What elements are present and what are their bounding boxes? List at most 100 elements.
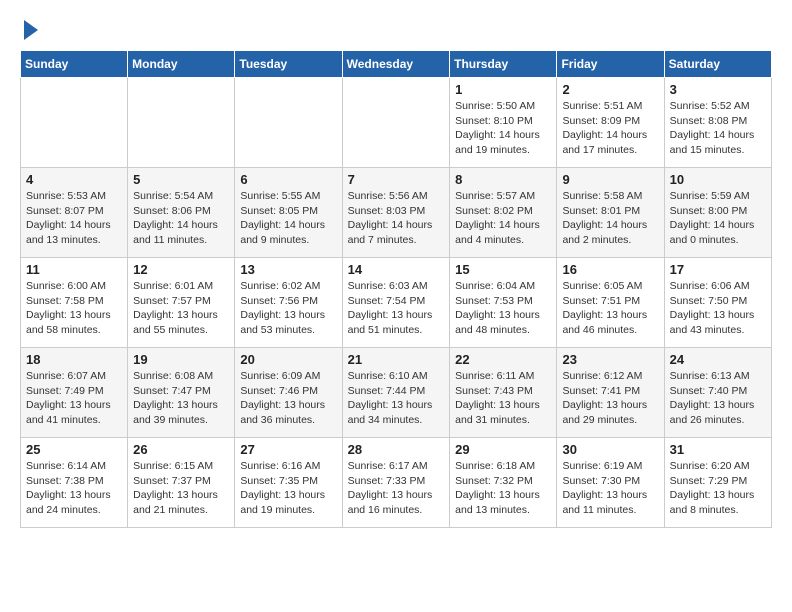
day-info: Sunrise: 6:07 AM Sunset: 7:49 PM Dayligh… — [26, 369, 122, 428]
weekday-header-tuesday: Tuesday — [235, 51, 342, 78]
day-number: 1 — [455, 82, 551, 97]
logo-arrow-icon — [24, 20, 38, 40]
calendar-cell: 6 Sunrise: 5:55 AM Sunset: 8:05 PM Daylig… — [235, 168, 342, 258]
day-info: Sunrise: 5:50 AM Sunset: 8:10 PM Dayligh… — [455, 99, 551, 158]
day-number: 12 — [133, 262, 229, 277]
day-info: Sunrise: 6:18 AM Sunset: 7:32 PM Dayligh… — [455, 459, 551, 518]
calendar-cell: 15 Sunrise: 6:04 AM Sunset: 7:53 PM Dayli… — [450, 258, 557, 348]
calendar-week-5: 25 Sunrise: 6:14 AM Sunset: 7:38 PM Dayli… — [21, 438, 772, 528]
day-info: Sunrise: 6:13 AM Sunset: 7:40 PM Dayligh… — [670, 369, 766, 428]
calendar-cell: 28 Sunrise: 6:17 AM Sunset: 7:33 PM Dayli… — [342, 438, 450, 528]
calendar-cell: 12 Sunrise: 6:01 AM Sunset: 7:57 PM Dayli… — [128, 258, 235, 348]
day-number: 24 — [670, 352, 766, 367]
calendar-cell: 5 Sunrise: 5:54 AM Sunset: 8:06 PM Daylig… — [128, 168, 235, 258]
day-number: 18 — [26, 352, 122, 367]
day-number: 26 — [133, 442, 229, 457]
day-info: Sunrise: 6:11 AM Sunset: 7:43 PM Dayligh… — [455, 369, 551, 428]
day-number: 14 — [348, 262, 445, 277]
calendar-cell: 19 Sunrise: 6:08 AM Sunset: 7:47 PM Dayli… — [128, 348, 235, 438]
calendar-cell: 11 Sunrise: 6:00 AM Sunset: 7:58 PM Dayli… — [21, 258, 128, 348]
calendar-cell — [235, 78, 342, 168]
day-info: Sunrise: 6:15 AM Sunset: 7:37 PM Dayligh… — [133, 459, 229, 518]
calendar-cell: 14 Sunrise: 6:03 AM Sunset: 7:54 PM Dayli… — [342, 258, 450, 348]
day-number: 28 — [348, 442, 445, 457]
calendar-week-2: 4Sunrise: 5:53 AM Sunset: 8:07 PM Daylig… — [21, 168, 772, 258]
day-info: Sunrise: 6:16 AM Sunset: 7:35 PM Dayligh… — [240, 459, 336, 518]
calendar-cell: 17 Sunrise: 6:06 AM Sunset: 7:50 PM Dayli… — [664, 258, 771, 348]
day-number: 15 — [455, 262, 551, 277]
day-number: 25 — [26, 442, 122, 457]
weekday-header-saturday: Saturday — [664, 51, 771, 78]
calendar-cell: 8 Sunrise: 5:57 AM Sunset: 8:02 PM Daylig… — [450, 168, 557, 258]
day-number: 16 — [562, 262, 658, 277]
day-number: 10 — [670, 172, 766, 187]
calendar-body: 1 Sunrise: 5:50 AM Sunset: 8:10 PM Daylig… — [21, 78, 772, 528]
day-number: 30 — [562, 442, 658, 457]
day-number: 13 — [240, 262, 336, 277]
day-info: Sunrise: 6:05 AM Sunset: 7:51 PM Dayligh… — [562, 279, 658, 338]
day-info: Sunrise: 6:09 AM Sunset: 7:46 PM Dayligh… — [240, 369, 336, 428]
day-number: 17 — [670, 262, 766, 277]
day-number: 3 — [670, 82, 766, 97]
calendar-cell: 7 Sunrise: 5:56 AM Sunset: 8:03 PM Daylig… — [342, 168, 450, 258]
day-number: 23 — [562, 352, 658, 367]
weekday-header-thursday: Thursday — [450, 51, 557, 78]
day-info: Sunrise: 6:03 AM Sunset: 7:54 PM Dayligh… — [348, 279, 445, 338]
day-info: Sunrise: 5:58 AM Sunset: 8:01 PM Dayligh… — [562, 189, 658, 248]
calendar-cell: 27Sunrise: 6:16 AM Sunset: 7:35 PM Dayli… — [235, 438, 342, 528]
day-info: Sunrise: 5:54 AM Sunset: 8:06 PM Dayligh… — [133, 189, 229, 248]
calendar-cell: 1 Sunrise: 5:50 AM Sunset: 8:10 PM Daylig… — [450, 78, 557, 168]
day-info: Sunrise: 6:00 AM Sunset: 7:58 PM Dayligh… — [26, 279, 122, 338]
day-info: Sunrise: 5:55 AM Sunset: 8:05 PM Dayligh… — [240, 189, 336, 248]
calendar-cell: 22Sunrise: 6:11 AM Sunset: 7:43 PM Dayli… — [450, 348, 557, 438]
day-info: Sunrise: 5:56 AM Sunset: 8:03 PM Dayligh… — [348, 189, 445, 248]
day-number: 5 — [133, 172, 229, 187]
day-info: Sunrise: 6:17 AM Sunset: 7:33 PM Dayligh… — [348, 459, 445, 518]
day-info: Sunrise: 6:04 AM Sunset: 7:53 PM Dayligh… — [455, 279, 551, 338]
day-info: Sunrise: 6:06 AM Sunset: 7:50 PM Dayligh… — [670, 279, 766, 338]
calendar-cell: 29 Sunrise: 6:18 AM Sunset: 7:32 PM Dayli… — [450, 438, 557, 528]
day-info: Sunrise: 6:01 AM Sunset: 7:57 PM Dayligh… — [133, 279, 229, 338]
calendar-cell — [21, 78, 128, 168]
calendar-header-row: SundayMondayTuesdayWednesdayThursdayFrid… — [21, 51, 772, 78]
calendar-week-3: 11 Sunrise: 6:00 AM Sunset: 7:58 PM Dayli… — [21, 258, 772, 348]
day-info: Sunrise: 6:20 AM Sunset: 7:29 PM Dayligh… — [670, 459, 766, 518]
calendar-cell: 16 Sunrise: 6:05 AM Sunset: 7:51 PM Dayli… — [557, 258, 664, 348]
calendar-cell: 10Sunrise: 5:59 AM Sunset: 8:00 PM Dayli… — [664, 168, 771, 258]
calendar-cell: 26 Sunrise: 6:15 AM Sunset: 7:37 PM Dayli… — [128, 438, 235, 528]
day-info: Sunrise: 5:52 AM Sunset: 8:08 PM Dayligh… — [670, 99, 766, 158]
day-info: Sunrise: 6:12 AM Sunset: 7:41 PM Dayligh… — [562, 369, 658, 428]
weekday-header-monday: Monday — [128, 51, 235, 78]
day-number: 6 — [240, 172, 336, 187]
calendar-cell: 31Sunrise: 6:20 AM Sunset: 7:29 PM Dayli… — [664, 438, 771, 528]
weekday-header-friday: Friday — [557, 51, 664, 78]
calendar-cell: 18 Sunrise: 6:07 AM Sunset: 7:49 PM Dayli… — [21, 348, 128, 438]
calendar-cell: 30 Sunrise: 6:19 AM Sunset: 7:30 PM Dayli… — [557, 438, 664, 528]
day-number: 21 — [348, 352, 445, 367]
day-info: Sunrise: 6:08 AM Sunset: 7:47 PM Dayligh… — [133, 369, 229, 428]
day-number: 29 — [455, 442, 551, 457]
calendar-week-4: 18 Sunrise: 6:07 AM Sunset: 7:49 PM Dayli… — [21, 348, 772, 438]
calendar-cell: 21 Sunrise: 6:10 AM Sunset: 7:44 PM Dayli… — [342, 348, 450, 438]
calendar-cell: 9 Sunrise: 5:58 AM Sunset: 8:01 PM Daylig… — [557, 168, 664, 258]
day-info: Sunrise: 6:10 AM Sunset: 7:44 PM Dayligh… — [348, 369, 445, 428]
calendar-cell: 13 Sunrise: 6:02 AM Sunset: 7:56 PM Dayli… — [235, 258, 342, 348]
logo — [20, 20, 38, 40]
day-number: 9 — [562, 172, 658, 187]
day-info: Sunrise: 6:02 AM Sunset: 7:56 PM Dayligh… — [240, 279, 336, 338]
day-number: 19 — [133, 352, 229, 367]
calendar-cell: 25 Sunrise: 6:14 AM Sunset: 7:38 PM Dayli… — [21, 438, 128, 528]
day-number: 7 — [348, 172, 445, 187]
calendar-cell: 2Sunrise: 5:51 AM Sunset: 8:09 PM Daylig… — [557, 78, 664, 168]
day-info: Sunrise: 5:53 AM Sunset: 8:07 PM Dayligh… — [26, 189, 122, 248]
day-number: 8 — [455, 172, 551, 187]
calendar-cell: 3 Sunrise: 5:52 AM Sunset: 8:08 PM Daylig… — [664, 78, 771, 168]
day-info: Sunrise: 6:19 AM Sunset: 7:30 PM Dayligh… — [562, 459, 658, 518]
day-number: 11 — [26, 262, 122, 277]
calendar-cell: 24 Sunrise: 6:13 AM Sunset: 7:40 PM Dayli… — [664, 348, 771, 438]
calendar-cell: 23 Sunrise: 6:12 AM Sunset: 7:41 PM Dayli… — [557, 348, 664, 438]
day-info: Sunrise: 5:57 AM Sunset: 8:02 PM Dayligh… — [455, 189, 551, 248]
calendar-cell — [342, 78, 450, 168]
day-info: Sunrise: 6:14 AM Sunset: 7:38 PM Dayligh… — [26, 459, 122, 518]
header — [20, 20, 772, 40]
